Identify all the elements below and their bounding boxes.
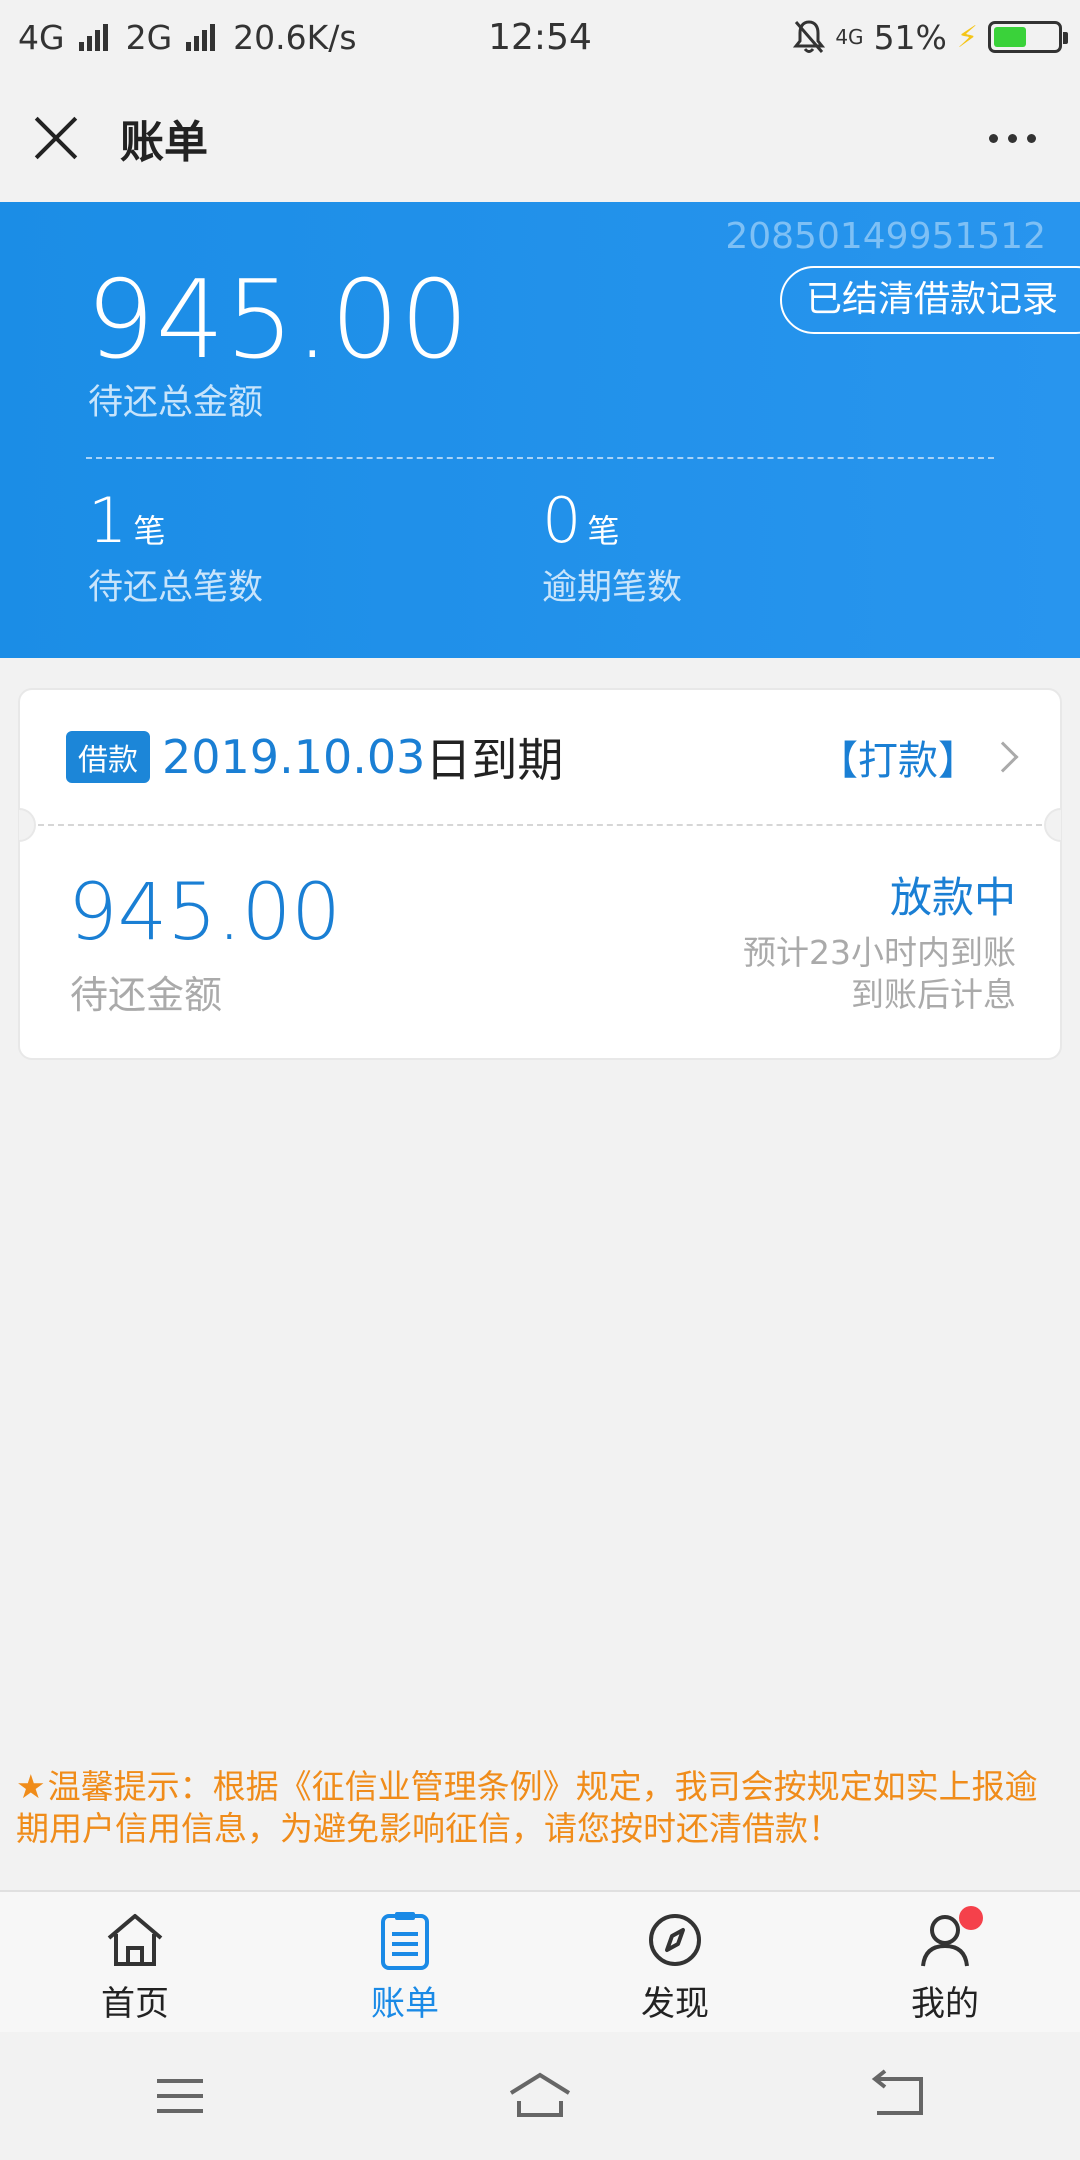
tab-mine-label: 我的 <box>911 1984 979 2024</box>
loan-status: 放款中 <box>889 873 1016 922</box>
back-icon[interactable] <box>865 2061 935 2131</box>
overdue-count: 0 <box>542 484 582 557</box>
loan-tag: 借款 <box>66 731 150 783</box>
star-icon: ★ <box>16 1767 46 1806</box>
tab-home-label: 首页 <box>101 1984 169 2024</box>
home-outline-icon[interactable] <box>505 2061 575 2131</box>
total-amount: 945.00 <box>86 258 470 383</box>
compass-icon <box>649 1914 701 1966</box>
notification-dot <box>959 1906 983 1930</box>
pending-count-stat: 1笔 待还总笔数 <box>88 484 263 610</box>
status-left: 4G 2G 20.6K/s <box>18 18 357 57</box>
account-id: 20850149951512 <box>725 216 1046 257</box>
pending-count-label: 待还总笔数 <box>88 568 264 608</box>
overdue-count-label: 逾期笔数 <box>542 568 683 608</box>
mute-bell-icon <box>793 20 826 53</box>
tab-bill[interactable]: 账单 <box>270 1892 540 2032</box>
disbursement-link[interactable]: 【打款】 <box>818 728 1019 786</box>
loan-card-header[interactable]: 借款 2019.10.03 日到期 【打款】 <box>20 690 1060 824</box>
total-amount-label: 待还总金额 <box>88 383 264 423</box>
bill-icon <box>381 1912 429 1970</box>
status-right: 4G 51% ⚡ <box>793 17 1068 57</box>
loan-amount: 945.00 <box>68 868 341 958</box>
signal-icon <box>186 23 216 51</box>
pending-count: 1 <box>88 484 128 557</box>
tab-home[interactable]: 首页 <box>0 1892 270 2032</box>
battery-percent: 51% <box>873 17 947 57</box>
settled-records-button[interactable]: 已结清借款记录 <box>779 266 1080 334</box>
due-suffix: 日到期 <box>425 733 564 787</box>
system-nav-bar <box>0 2032 1080 2160</box>
overdue-unit: 笔 <box>587 512 620 550</box>
pending-unit: 笔 <box>133 512 166 550</box>
more-options-icon[interactable] <box>977 114 1048 163</box>
network-1-label: 4G <box>18 17 65 57</box>
chevron-right-icon <box>987 741 1019 773</box>
network-2-label: 2G <box>125 17 173 57</box>
charging-icon: ⚡ <box>956 19 978 55</box>
tab-discover[interactable]: 发现 <box>540 1892 810 2032</box>
tab-bar: 首页 账单 发现 我的 <box>0 1890 1080 2032</box>
page-title: 账单 <box>120 117 208 168</box>
loan-card[interactable]: 借款 2019.10.03 日到期 【打款】 945.00 待还金额 放款中 预… <box>18 688 1062 1060</box>
close-icon[interactable] <box>32 114 80 162</box>
network-small-label: 4G <box>835 25 864 49</box>
notice-text: 温馨提示：根据《征信业管理条例》规定，我司会按规定如实上报逾期用户信用信息，为避… <box>16 1767 1038 1848</box>
signal-icon <box>78 23 108 51</box>
overdue-count-stat: 0笔 逾期笔数 <box>542 484 682 610</box>
status-bar: 4G 2G 20.6K/s 12:54 4G 51% ⚡ <box>0 0 1080 74</box>
credit-notice: ★温馨提示：根据《征信业管理条例》规定，我司会按规定如实上报逾期用户信用信息，为… <box>16 1766 1064 1850</box>
loan-interest-note: 到账后计息 <box>851 975 1016 1014</box>
tab-bill-label: 账单 <box>371 1984 439 2024</box>
loan-card-body: 945.00 待还金额 放款中 预计23小时内到账 到账后计息 <box>20 824 1060 1060</box>
battery-level-bar <box>994 27 1026 47</box>
network-speed: 20.6K/s <box>233 17 357 57</box>
disbursement-link-label: 【打款】 <box>818 738 978 784</box>
loan-amount-label: 待还金额 <box>70 973 223 1017</box>
nav-bar: 账单 <box>0 74 1080 202</box>
due-date: 2019.10.03 <box>162 730 426 784</box>
tab-mine[interactable]: 我的 <box>810 1892 1080 2032</box>
tab-discover-label: 发现 <box>641 1984 709 2024</box>
home-icon <box>107 1914 163 1966</box>
menu-icon[interactable] <box>145 2061 215 2131</box>
divider <box>86 457 994 459</box>
battery-icon <box>988 21 1068 53</box>
summary-panel: 20850149951512 已结清借款记录 945.00 待还总金额 1笔 待… <box>0 202 1080 658</box>
loan-arrival-note: 预计23小时内到账 <box>743 933 1016 972</box>
